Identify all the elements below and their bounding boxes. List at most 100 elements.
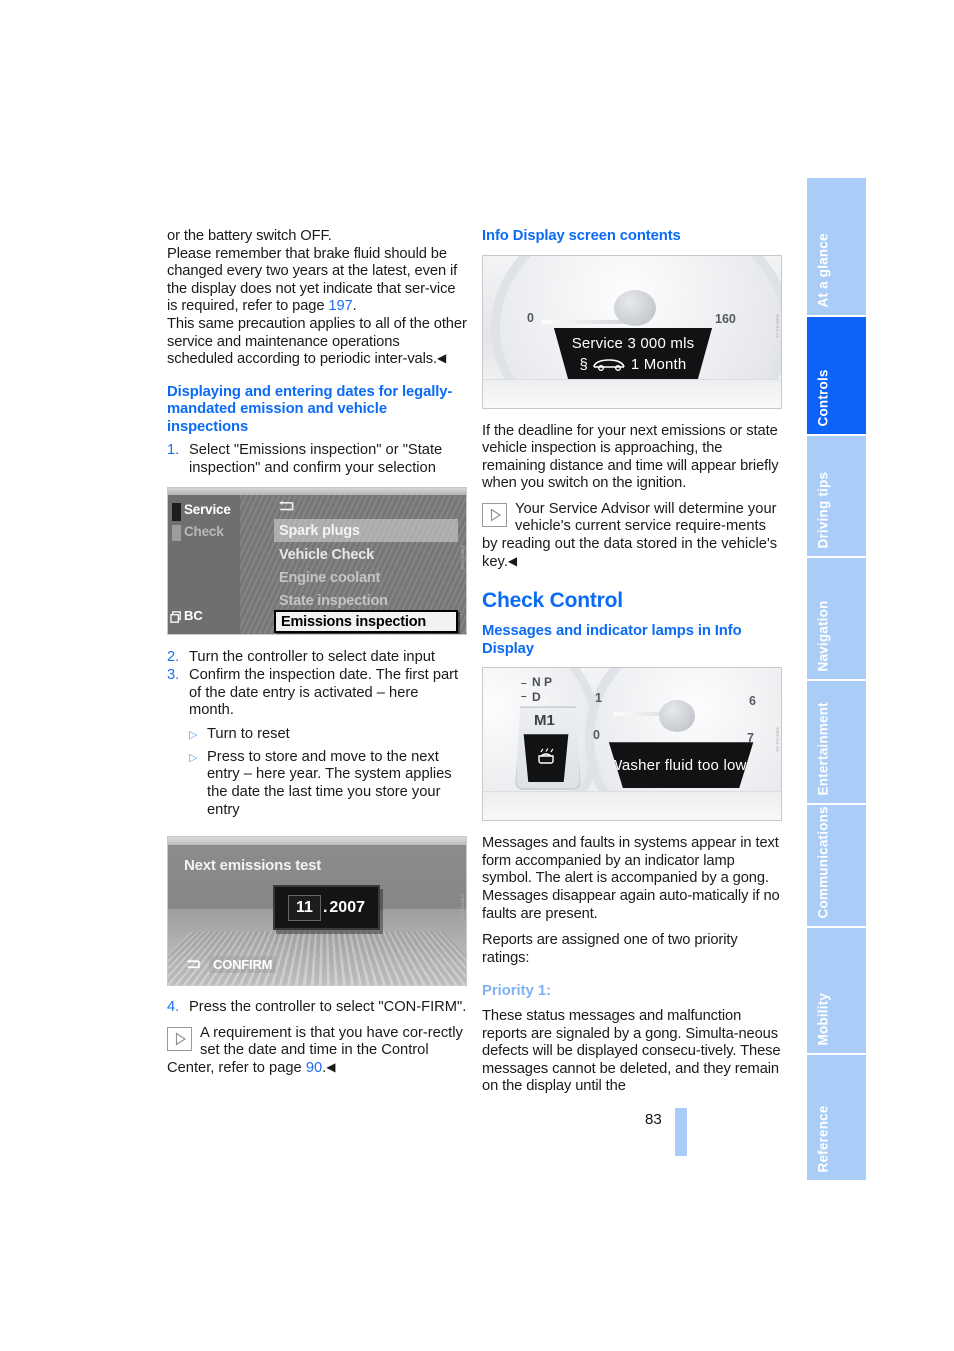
sidebar-tab-entertainment[interactable]: Entertainment: [807, 681, 866, 803]
step-text: Press the controller to select "CON-FIRM…: [189, 999, 467, 1016]
idrive-left-pane: Service Check BC: [168, 495, 240, 635]
step-number: 4.: [167, 999, 180, 1016]
end-of-section-marker: ◀: [437, 351, 447, 366]
sidebar-tab-label: At a glance: [815, 232, 831, 307]
figure-code: E00764‑10: [774, 727, 780, 752]
lcd-inspection-line: § 1 Month: [580, 354, 687, 375]
emtest-date-entry[interactable]: 11 . 2007: [273, 885, 380, 931]
sidebar-tab-reference[interactable]: Reference: [807, 1055, 866, 1180]
sidebar-tab-controls[interactable]: Controls: [807, 317, 866, 434]
info-triangle-icon: [167, 1026, 192, 1051]
idrive-menu-item[interactable]: Engine coolant: [274, 566, 458, 589]
sidebar-tab-label: Navigation: [815, 599, 831, 671]
step-number: 3.: [167, 667, 180, 684]
emtest-separator: .: [322, 898, 328, 916]
sidebar-tab-at-a-glance[interactable]: At a glance: [807, 178, 866, 315]
sidebar-tab-label: Controls: [815, 368, 831, 426]
step-number: 1.: [167, 442, 180, 459]
precaution-paragraph: This same precaution applies to all of t…: [167, 316, 467, 369]
washer-fluid-icon: [538, 748, 554, 764]
instrument-cluster-speedometer: 0 160 Service 3 000 mls § 1 Month: [483, 255, 781, 408]
deadline-paragraph: If the deadline for your next emissions …: [482, 422, 779, 492]
page-number: 83: [645, 1111, 662, 1128]
precaution-text: This same precaution applies to all of t…: [167, 315, 467, 368]
end-of-section-marker: ◀: [507, 553, 518, 568]
reports-paragraph: Reports are assigned one of two priority…: [482, 932, 738, 966]
emtest-confirm-row[interactable]: CONFIRM: [184, 956, 277, 974]
bullet-text: Press to store and move to the next entr…: [207, 748, 452, 818]
sidebar-tab-mobility[interactable]: Mobility: [807, 928, 866, 1053]
figure-info-display-speedometer: 0 160 Service 3 000 mls § 1 Month E00764…: [482, 254, 782, 409]
step-text: Confirm the inspection date. The first p…: [189, 667, 459, 719]
bullet-press-to-store: ▷ Press to store and move to the next en…: [189, 749, 467, 819]
idrive-top-bar: [168, 488, 466, 496]
bullet-text: Turn to reset: [207, 725, 290, 742]
emtest-month-value[interactable]: 11: [288, 894, 321, 921]
idrive-left-item-service[interactable]: Service: [184, 502, 231, 517]
cluster-lower-band: [483, 378, 781, 408]
sidebar-tab-label: Mobility: [815, 992, 831, 1045]
sidebar-tab-label: Reference: [815, 1104, 831, 1172]
car-silhouette-icon: [593, 358, 626, 371]
emtest-year-value[interactable]: 2007: [329, 899, 365, 917]
page-reference-90[interactable]: 90: [306, 1060, 322, 1076]
brake-fluid-text: Please remember that brake fluid should …: [167, 245, 458, 315]
tach-tick-6: 6: [749, 694, 756, 709]
idrive-menu-item[interactable]: State inspection: [274, 589, 458, 612]
messages-paragraph: Messages and faults in systems appear in…: [482, 835, 780, 922]
emtest-title: Next emissions test: [184, 857, 322, 875]
step-text: Select "Emissions inspection" or "State …: [189, 442, 443, 476]
emtest-confirm-button[interactable]: CONFIRM: [209, 956, 277, 974]
chapter-tab-sidebar: At a glance Controls Driving tips Naviga…: [807, 178, 866, 1180]
idrive-left-item-bc[interactable]: BC: [184, 608, 203, 623]
priority-1-paragraph: These status messages and malfunction re…: [482, 1007, 781, 1095]
gear-dash-marks: – –: [521, 678, 527, 703]
manual-page: At a glance Controls Driving tips Naviga…: [0, 0, 954, 1351]
idrive-menu-item-selected[interactable]: Emissions inspection: [274, 610, 458, 634]
end-of-section-marker: ◀: [326, 1059, 336, 1074]
step-1: 1. Select "Emissions inspection" or "Sta…: [167, 442, 467, 477]
gear-mode-m1: M1: [534, 712, 555, 730]
left-text-column: or the battery switch OFF. Please rememb…: [167, 228, 467, 1078]
heading-messages-indicator-lamps: Messages and indicator lamps in Info Dis…: [482, 623, 742, 657]
emissions-test-screen: Next emissions test 11 . 2007 CONFIRM: [168, 837, 466, 986]
figure-next-emissions-test: Next emissions test 11 . 2007 CONFIRM E0…: [167, 836, 467, 987]
step-4: 4. Press the controller to select "CON-F…: [167, 999, 467, 1017]
info-display-lcd: Service 3 000 mls § 1 Month: [553, 327, 713, 380]
sidebar-tab-navigation[interactable]: Navigation: [807, 558, 866, 679]
back-arrow-icon[interactable]: [184, 958, 202, 972]
sidebar-tab-label: Driving tips: [815, 471, 831, 548]
idrive-selection-marker: [172, 503, 181, 522]
sidebar-tab-label: Entertainment: [815, 701, 831, 795]
step-2: 2. Turn the controller to select date in…: [167, 649, 467, 667]
sidebar-tab-label: Communications: [815, 805, 831, 918]
period: .: [352, 298, 357, 315]
page-reference-197[interactable]: 197: [328, 298, 352, 314]
lcd-service-line: Service 3 000 mls: [571, 334, 695, 352]
instrument-cluster-check-control: N P D – – M1 0 1 6 7 Washer fluid too lo…: [483, 668, 781, 821]
tach-tick-1: 1: [595, 691, 602, 706]
figure-idrive-service-menu: Service Check BC Spark plugs Vehicle Che…: [167, 487, 467, 636]
idrive-right-pane: Spark plugs Vehicle Check Engine coolant…: [240, 495, 466, 635]
idrive-menu-item[interactable]: Vehicle Check: [274, 543, 458, 566]
info-triangle-icon: [482, 502, 507, 527]
cluster-lower-band: [483, 791, 781, 821]
heading-info-display-screen-contents: Info Display screen contents: [482, 228, 681, 244]
bullet-turn-to-reset: ▷ Turn to reset: [189, 726, 467, 744]
brake-fluid-paragraph: Please remember that brake fluid should …: [167, 246, 467, 316]
note-date-time-requirement: A requirement is that you have cor-rectl…: [167, 1025, 467, 1078]
sidebar-tab-communications[interactable]: Communications: [807, 805, 866, 926]
back-arrow-icon[interactable]: [276, 500, 296, 514]
bc-panels-icon: [170, 611, 181, 624]
idrive-menu-item[interactable]: Spark plugs: [274, 519, 458, 543]
sidebar-tab-driving-tips[interactable]: Driving tips: [807, 436, 866, 556]
triangle-bullet-icon: ▷: [189, 728, 198, 741]
figure-check-control-display: N P D – – M1 0 1 6 7 Washer fluid too lo…: [482, 667, 782, 822]
check-control-message-lcd: Washer fluid too low!: [608, 742, 754, 789]
gear-indicator-top: N P: [532, 675, 553, 690]
heading-priority-1: Priority 1:: [482, 983, 552, 1000]
idrive-left-item-check[interactable]: Check: [184, 524, 224, 539]
right-text-column: Info Display screen contents 0 160 Servi…: [482, 228, 782, 1096]
step-text: Turn the controller to select date input: [189, 649, 436, 666]
idrive-screen: Service Check BC Spark plugs Vehicle Che…: [168, 488, 466, 635]
